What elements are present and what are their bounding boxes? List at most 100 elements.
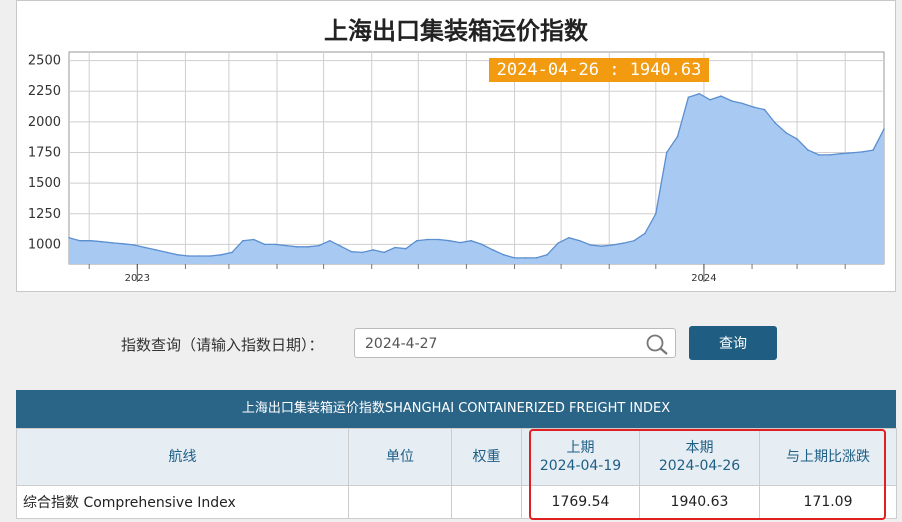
cell-previous: 1769.54 bbox=[521, 485, 640, 519]
data-point bbox=[274, 243, 277, 246]
y-tick-label: 1750 bbox=[28, 145, 61, 160]
data-point bbox=[622, 242, 624, 244]
data-point bbox=[481, 243, 483, 246]
data-point bbox=[415, 239, 418, 242]
data-point bbox=[535, 257, 538, 259]
data-point bbox=[752, 106, 755, 108]
x-tick-label: 2023 bbox=[125, 273, 150, 284]
data-point bbox=[818, 154, 820, 156]
header-change: 与上期比涨跌 bbox=[759, 428, 897, 486]
table-header-row: 航线 单位 权重 上期 2024-04-19 本期 2024-04-26 与上期… bbox=[16, 428, 897, 486]
table-caption: 上海出口集装箱运价指数SHANGHAI CONTAINERIZED FREIGH… bbox=[16, 390, 896, 428]
date-input[interactable] bbox=[363, 330, 647, 358]
data-point bbox=[644, 232, 646, 235]
cell-route: 综合指数 Comprehensive Index bbox=[16, 485, 349, 519]
data-point bbox=[318, 244, 320, 247]
data-point bbox=[557, 242, 559, 244]
data-point bbox=[883, 128, 885, 130]
data-point bbox=[741, 102, 744, 105]
data-point bbox=[676, 135, 679, 138]
data-point bbox=[307, 246, 309, 248]
data-point bbox=[405, 247, 407, 250]
query-row: 指数查询（请输入指数日期）： 查询 bbox=[0, 326, 902, 360]
data-point bbox=[796, 138, 798, 140]
data-point bbox=[578, 239, 581, 242]
data-point bbox=[492, 249, 494, 251]
data-point bbox=[144, 246, 146, 249]
data-point bbox=[839, 152, 842, 155]
data-point bbox=[807, 149, 809, 151]
data-point bbox=[176, 254, 179, 256]
data-point bbox=[459, 241, 462, 244]
data-point bbox=[350, 250, 353, 253]
data-point bbox=[872, 149, 874, 151]
query-button[interactable]: 查询 bbox=[689, 326, 777, 360]
data-point bbox=[847, 152, 850, 154]
data-point bbox=[861, 151, 864, 153]
data-point bbox=[252, 238, 255, 241]
data-point bbox=[513, 257, 516, 259]
data-point bbox=[122, 243, 125, 245]
header-weight: 权重 bbox=[451, 428, 522, 486]
data-point bbox=[785, 132, 787, 134]
data-point bbox=[687, 96, 690, 99]
y-tick-label: 2250 bbox=[28, 84, 61, 99]
x-tick-label: 2024 bbox=[691, 273, 716, 284]
data-point bbox=[546, 254, 548, 256]
cell-unit bbox=[348, 485, 452, 519]
cell-change: 171.09 bbox=[759, 485, 897, 519]
table-row: 综合指数 Comprehensive Index 1769.54 1940.63… bbox=[16, 485, 897, 519]
query-label: 指数查询（请输入指数日期）： bbox=[121, 336, 324, 354]
freight-index-chart[interactable]: 1000 1250 1500 1750 2000 2250 2500 2023 2024 bbox=[0, 0, 902, 292]
header-current: 本期 2024-04-26 bbox=[639, 428, 760, 486]
y-tick-label: 1500 bbox=[28, 176, 61, 191]
date-search-box[interactable] bbox=[354, 328, 676, 358]
data-point bbox=[502, 254, 505, 256]
header-unit: 单位 bbox=[348, 428, 452, 486]
header-previous-label: 上期 bbox=[566, 440, 595, 456]
data-point bbox=[220, 254, 222, 256]
data-point bbox=[198, 255, 201, 257]
y-tick-label: 1000 bbox=[28, 237, 61, 252]
index-table: 上海出口集装箱运价指数SHANGHAI CONTAINERIZED FREIGH… bbox=[16, 390, 897, 519]
search-icon[interactable] bbox=[645, 333, 669, 355]
data-point bbox=[361, 251, 364, 254]
data-point bbox=[187, 255, 190, 257]
data-point bbox=[155, 249, 157, 251]
data-point bbox=[774, 122, 777, 124]
data-point bbox=[339, 245, 342, 247]
data-point bbox=[426, 238, 429, 241]
cell-current: 1940.63 bbox=[639, 485, 760, 519]
data-point bbox=[394, 246, 396, 249]
data-point bbox=[242, 239, 244, 242]
data-point bbox=[166, 251, 168, 254]
data-point bbox=[720, 95, 722, 97]
y-tick-label: 1250 bbox=[28, 207, 61, 222]
data-point bbox=[665, 151, 668, 154]
data-point bbox=[372, 249, 375, 251]
y-tick-label: 2500 bbox=[28, 54, 61, 69]
data-point bbox=[568, 236, 570, 239]
data-point bbox=[731, 100, 733, 102]
data-point bbox=[763, 108, 766, 111]
y-tick-label: 2000 bbox=[28, 115, 61, 130]
data-point bbox=[709, 99, 711, 101]
data-point bbox=[589, 244, 592, 246]
cell-weight bbox=[451, 485, 522, 519]
data-point bbox=[111, 242, 114, 244]
data-point bbox=[209, 255, 212, 257]
data-point bbox=[828, 154, 831, 156]
data-point bbox=[79, 239, 81, 242]
header-current-label: 本期 bbox=[685, 440, 714, 456]
data-point bbox=[296, 246, 299, 248]
header-current-date: 2024-04-26 bbox=[658, 458, 741, 474]
header-previous-date: 2024-04-19 bbox=[539, 458, 622, 474]
data-point bbox=[611, 244, 614, 246]
data-point bbox=[698, 92, 701, 95]
data-point bbox=[68, 236, 70, 239]
data-point bbox=[600, 245, 603, 247]
data-point bbox=[285, 244, 288, 247]
data-point bbox=[448, 239, 451, 242]
data-point bbox=[655, 213, 657, 215]
chart-tooltip: 2024-04-26 : 1940.63 bbox=[489, 58, 709, 82]
